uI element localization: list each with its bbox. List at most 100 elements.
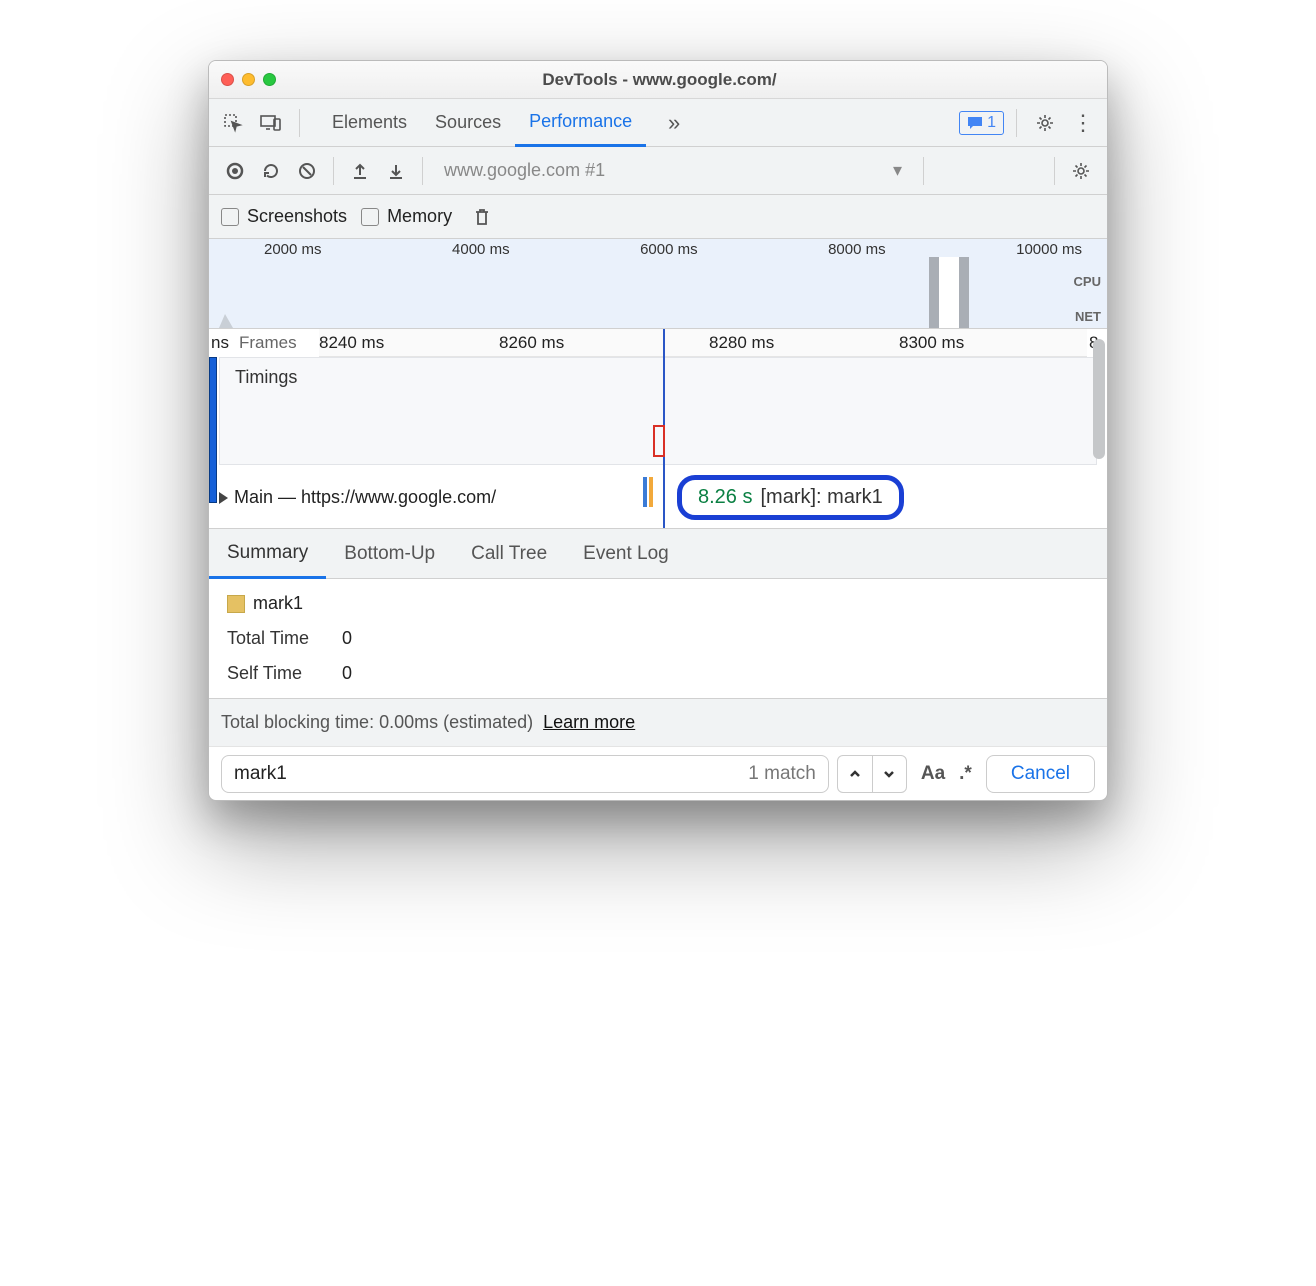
devtools-window: DevTools - www.google.com/ Elements Sour… — [208, 60, 1108, 801]
self-time-value: 0 — [342, 663, 352, 683]
tick: 8000 ms — [828, 241, 886, 258]
search-value: mark1 — [234, 763, 287, 785]
tick: 8260 ms — [499, 333, 564, 353]
tick: 4000 ms — [452, 241, 510, 258]
frame-bar — [209, 357, 217, 503]
range-handle-left[interactable] — [929, 257, 939, 328]
reload-icon[interactable] — [255, 155, 287, 187]
search-input[interactable]: mark1 1 match — [221, 755, 829, 793]
marker-label: [mark]: mark1 — [760, 486, 882, 509]
tab-summary[interactable]: Summary — [209, 529, 326, 579]
search-options: Aa .* — [915, 763, 978, 785]
flame-ticks: 8240 ms 8260 ms 8280 ms 8300 ms 8 — [319, 329, 1087, 357]
window-title: DevTools - www.google.com/ — [224, 70, 1095, 90]
tick: 8240 ms — [319, 333, 384, 353]
task-sliver — [649, 477, 653, 507]
tab-sources[interactable]: Sources — [421, 99, 515, 146]
search-match-count: 1 match — [748, 763, 816, 785]
separator — [1054, 157, 1055, 185]
marker-time: 8.26 s — [698, 486, 752, 509]
garbage-collect-icon[interactable] — [466, 201, 498, 233]
separator — [422, 157, 423, 185]
cpu-activity-wave — [209, 304, 389, 328]
truncated-ms: ns — [211, 333, 229, 353]
search-next-button[interactable] — [872, 756, 906, 792]
learn-more-link[interactable]: Learn more — [543, 712, 635, 733]
kebab-menu-icon[interactable]: ⋮ — [1067, 107, 1099, 139]
checkbox-icon — [361, 208, 379, 226]
details-tabs: Summary Bottom-Up Call Tree Event Log — [209, 529, 1107, 579]
net-label: NET — [1075, 309, 1101, 324]
recording-select-value: www.google.com #1 — [444, 160, 605, 181]
dropdown-caret-icon: ▾ — [893, 160, 902, 181]
timings-row-label: Timings — [235, 367, 297, 388]
screenshots-label: Screenshots — [247, 206, 347, 227]
separator — [299, 109, 300, 137]
tick: 2000 ms — [264, 241, 322, 258]
cpu-label: CPU — [1074, 274, 1101, 289]
category-swatch-icon — [227, 595, 245, 613]
memory-checkbox[interactable]: Memory — [361, 206, 452, 227]
clear-icon[interactable] — [291, 155, 323, 187]
settings-gear-icon[interactable] — [1029, 107, 1061, 139]
perf-toolbar: www.google.com #1 ▾ — [209, 147, 1107, 195]
match-case-toggle[interactable]: Aa — [921, 763, 945, 785]
title-bar: DevTools - www.google.com/ — [209, 61, 1107, 99]
blocking-time-footer: Total blocking time: 0.00ms (estimated) … — [209, 698, 1107, 746]
range-handle-right[interactable] — [959, 257, 969, 328]
tab-call-tree[interactable]: Call Tree — [453, 529, 565, 578]
expand-triangle-icon — [219, 492, 228, 504]
selection-range — [939, 257, 959, 328]
issues-count: 1 — [987, 114, 996, 132]
user-timing-marker[interactable]: 8.26 s [mark]: mark1 — [677, 475, 904, 520]
separator — [1016, 109, 1017, 137]
cancel-search-button[interactable]: Cancel — [986, 755, 1095, 793]
total-time-key: Total Time — [227, 628, 337, 649]
summary-event-name: mark1 — [227, 593, 1089, 614]
event-name-text: mark1 — [253, 593, 303, 613]
more-tabs-icon[interactable]: » — [658, 107, 690, 139]
overview-ticks: 2000 ms 4000 ms 6000 ms 8000 ms 10000 ms — [209, 241, 1107, 258]
tab-elements[interactable]: Elements — [318, 99, 421, 146]
checkbox-icon — [221, 208, 239, 226]
scrollbar-thumb[interactable] — [1093, 339, 1105, 459]
tick: 8280 ms — [709, 333, 774, 353]
tab-event-log[interactable]: Event Log — [565, 529, 687, 578]
main-tabs: Elements Sources Performance — [318, 99, 646, 146]
selected-range-marker — [653, 425, 665, 457]
download-icon[interactable] — [380, 155, 412, 187]
summary-panel: mark1 Total Time 0 Self Time 0 — [209, 579, 1107, 698]
tab-bottom-up[interactable]: Bottom-Up — [326, 529, 453, 578]
inspect-element-icon[interactable] — [217, 107, 249, 139]
issues-chip[interactable]: 1 — [959, 111, 1004, 135]
tick: 6000 ms — [640, 241, 698, 258]
self-time-row: Self Time 0 — [227, 663, 1089, 684]
tab-performance[interactable]: Performance — [515, 99, 646, 147]
memory-label: Memory — [387, 206, 452, 227]
record-icon[interactable] — [219, 155, 251, 187]
self-time-key: Self Time — [227, 663, 337, 684]
task-sliver — [643, 477, 647, 507]
total-time-value: 0 — [342, 628, 352, 648]
main-thread-label: Main — https://www.google.com/ — [234, 487, 496, 508]
flame-chart[interactable]: ns Frames 8240 ms 8260 ms 8280 ms 8300 m… — [209, 329, 1107, 529]
total-time-row: Total Time 0 — [227, 628, 1089, 649]
search-bar: mark1 1 match Aa .* Cancel — [209, 746, 1107, 800]
search-prev-button[interactable] — [838, 756, 872, 792]
main-thread-row[interactable]: Main — https://www.google.com/ — [219, 487, 496, 508]
recording-select[interactable]: www.google.com #1 ▾ — [433, 154, 913, 188]
main-tab-row: Elements Sources Performance » 1 ⋮ — [209, 99, 1107, 147]
tick: 10000 ms — [1016, 241, 1082, 258]
capture-settings-row: Screenshots Memory — [209, 195, 1107, 239]
tick: 8300 ms — [899, 333, 964, 353]
regex-toggle[interactable]: .* — [959, 763, 972, 785]
search-nav-buttons — [837, 755, 907, 793]
separator — [333, 157, 334, 185]
device-toggle-icon[interactable] — [255, 107, 287, 139]
upload-icon[interactable] — [344, 155, 376, 187]
screenshots-checkbox[interactable]: Screenshots — [221, 206, 347, 227]
capture-settings-gear-icon[interactable] — [1065, 155, 1097, 187]
frames-row-label: Frames — [239, 333, 297, 353]
overview-timeline[interactable]: 2000 ms 4000 ms 6000 ms 8000 ms 10000 ms… — [209, 239, 1107, 329]
separator — [923, 157, 924, 185]
